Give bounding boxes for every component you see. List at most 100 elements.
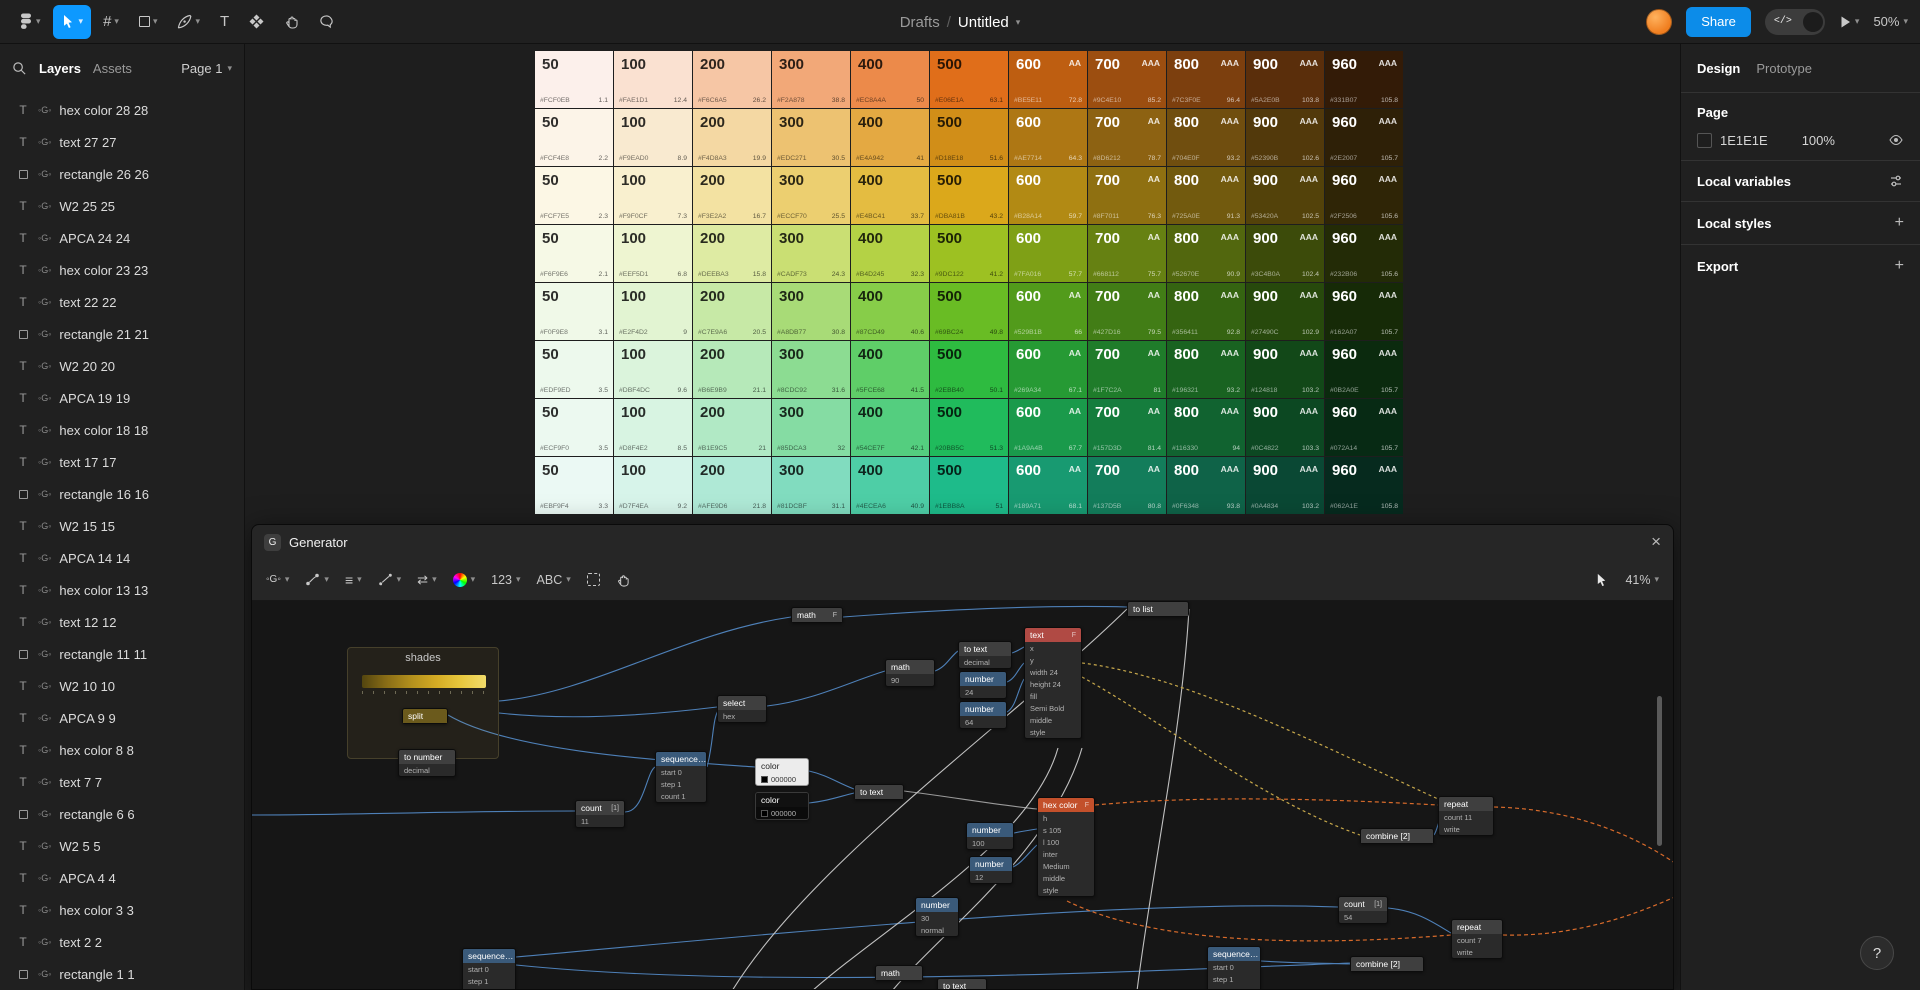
- palette-cell[interactable]: 400#4ECEA640.9: [851, 457, 929, 514]
- layer-row[interactable]: ◦G◦rectangle 16 16: [0, 478, 244, 510]
- palette-cell[interactable]: 500#20BB5C51.3: [930, 399, 1008, 456]
- palette-cell[interactable]: 700#427D1679.5AA: [1088, 283, 1166, 340]
- pointer-tool[interactable]: [1595, 573, 1609, 587]
- page-selector[interactable]: Page 1 ▾: [181, 61, 232, 76]
- avatar[interactable]: [1646, 9, 1672, 35]
- palette-cell[interactable]: 960#331B07105.8AAA: [1325, 51, 1403, 108]
- layer-row[interactable]: T◦G◦text 17 17: [0, 446, 244, 478]
- layer-row[interactable]: T◦G◦hex color 13 13: [0, 574, 244, 606]
- palette-cell[interactable]: 50#EDF9ED3.5: [535, 341, 613, 398]
- text-tool-button[interactable]: T: [212, 5, 237, 39]
- palette-cell[interactable]: 400#54CE7F42.1: [851, 399, 929, 456]
- palette-cell[interactable]: 960#062A1E105.8AAA: [1325, 457, 1403, 514]
- graph-node[interactable]: number30normal: [915, 897, 959, 937]
- layer-row[interactable]: T◦G◦hex color 23 23: [0, 254, 244, 286]
- swap-nodes-menu[interactable]: ⇄ ▾: [417, 572, 436, 588]
- palette-cell[interactable]: 700#157D3D81.4AA: [1088, 399, 1166, 456]
- palette-cell[interactable]: 900#124818103.2AAA: [1246, 341, 1324, 398]
- palette-cell[interactable]: 800#11633094AAA: [1167, 399, 1245, 456]
- layer-row[interactable]: T◦G◦W2 15 15: [0, 510, 244, 542]
- layer-row[interactable]: T◦G◦W2 10 10: [0, 670, 244, 702]
- tab-assets[interactable]: Assets: [93, 61, 132, 76]
- layer-row[interactable]: T◦G◦hex color 3 3: [0, 894, 244, 926]
- palette-cell[interactable]: 900#27490C102.9AAA: [1246, 283, 1324, 340]
- palette-cell[interactable]: 960#2E2007105.7AAA: [1325, 109, 1403, 166]
- main-menu-button[interactable]: ▾: [12, 5, 49, 39]
- palette-cell[interactable]: 100#DBF4DC9.6: [614, 341, 692, 398]
- dev-mode-toggle[interactable]: </>: [1765, 9, 1825, 35]
- chevron-down-icon[interactable]: ▾: [1016, 18, 1021, 27]
- pan-tool[interactable]: [616, 573, 630, 587]
- graph-node[interactable]: repeatcount 11write: [1438, 796, 1494, 836]
- palette-cell[interactable]: 300#ECCF7025.5: [772, 167, 850, 224]
- palette-cell[interactable]: 100#E2F4D29: [614, 283, 692, 340]
- palette-cell[interactable]: 200#AFE9D621.8: [693, 457, 771, 514]
- palette-cell[interactable]: 700#9C4E1085.2AAA: [1088, 51, 1166, 108]
- connector-menu[interactable]: ▾: [305, 572, 329, 587]
- graph-node[interactable]: hex colorFhs 105l 100interMediummiddlest…: [1037, 797, 1095, 897]
- close-icon[interactable]: ×: [1651, 532, 1661, 552]
- palette-cell[interactable]: 200#B1E9C521: [693, 399, 771, 456]
- layer-row[interactable]: ◦G◦rectangle 6 6: [0, 798, 244, 830]
- palette-cell[interactable]: 800#19632193.2AAA: [1167, 341, 1245, 398]
- local-variables-section[interactable]: Local variables: [1681, 160, 1920, 201]
- page-color-swatch[interactable]: [1697, 133, 1712, 148]
- tab-prototype[interactable]: Prototype: [1756, 61, 1812, 76]
- palette-cell[interactable]: 960#162A07105.7AAA: [1325, 283, 1403, 340]
- graph-node[interactable]: textFxywidth 24height 24fillSemi Boldmid…: [1024, 627, 1082, 739]
- tab-design[interactable]: Design: [1697, 61, 1740, 76]
- graph-node[interactable]: to numberdecimal: [398, 749, 456, 777]
- generator-header[interactable]: G Generator ×: [252, 525, 1673, 559]
- breadcrumb-drafts[interactable]: Drafts: [900, 14, 940, 31]
- palette-cell[interactable]: 600#7FA01657.7: [1009, 225, 1087, 282]
- layer-row[interactable]: ◦G◦rectangle 26 26: [0, 158, 244, 190]
- layer-row[interactable]: T◦G◦text 22 22: [0, 286, 244, 318]
- pen-tool-button[interactable]: ▾: [169, 5, 208, 39]
- palette-cell[interactable]: 300#EDC27130.5: [772, 109, 850, 166]
- palette-cell[interactable]: 300#85DCA332: [772, 399, 850, 456]
- tab-layers[interactable]: Layers: [39, 61, 81, 76]
- layer-row[interactable]: ◦G◦rectangle 11 11: [0, 638, 244, 670]
- palette-cell[interactable]: 700#66811275.7AA: [1088, 225, 1166, 282]
- palette-cell[interactable]: 400#B4D24532.3: [851, 225, 929, 282]
- list-nodes-menu[interactable]: ≡ ▾: [345, 572, 362, 588]
- filename[interactable]: Untitled: [958, 14, 1009, 31]
- layer-row[interactable]: ◦G◦rectangle 21 21: [0, 318, 244, 350]
- graph-node[interactable]: to textdecimal: [958, 641, 1012, 669]
- graph-node[interactable]: split: [402, 708, 448, 724]
- palette-cell[interactable]: 600#BE5E1172.8AA: [1009, 51, 1087, 108]
- palette-cell[interactable]: 800#35641192.8AAA: [1167, 283, 1245, 340]
- layer-row[interactable]: T◦G◦APCA 9 9: [0, 702, 244, 734]
- layer-row[interactable]: T◦G◦text 7 7: [0, 766, 244, 798]
- present-button[interactable]: ▾: [1839, 15, 1860, 29]
- palette-cell[interactable]: 400#5FCE6841.5: [851, 341, 929, 398]
- palette-cell[interactable]: 50#FCF7E52.3: [535, 167, 613, 224]
- palette-cell[interactable]: 900#5A2E0B103.8AAA: [1246, 51, 1324, 108]
- text-nodes-menu[interactable]: ABC ▾: [537, 573, 571, 587]
- palette-cell[interactable]: 700#1F7C2A81AA: [1088, 341, 1166, 398]
- graph-node[interactable]: number24: [959, 671, 1007, 699]
- palette-cell[interactable]: 600#189A7168.1AA: [1009, 457, 1087, 514]
- palette-cell[interactable]: 800#7C3F0E96.4AAA: [1167, 51, 1245, 108]
- palette-cell[interactable]: 600#B28A1459.7: [1009, 167, 1087, 224]
- palette-cell[interactable]: 500#9DC12241.2: [930, 225, 1008, 282]
- palette-cell[interactable]: 700#137D5B80.8AA: [1088, 457, 1166, 514]
- palette-cell[interactable]: 500#E06E1A63.1: [930, 51, 1008, 108]
- palette-cell[interactable]: 300#F2A87838.8: [772, 51, 850, 108]
- palette-cell[interactable]: 50#EBF9F43.3: [535, 457, 613, 514]
- graph-node[interactable]: to list: [1127, 601, 1189, 617]
- palette-cell[interactable]: 900#53420A102.5AAA: [1246, 167, 1324, 224]
- layer-row[interactable]: T◦G◦W2 20 20: [0, 350, 244, 382]
- add-style-icon[interactable]: +: [1895, 214, 1904, 232]
- layer-row[interactable]: T◦G◦APCA 24 24: [0, 222, 244, 254]
- palette-cell[interactable]: 200#B6E9B921.1: [693, 341, 771, 398]
- page-color-row[interactable]: 1E1E1E 100%: [1697, 132, 1904, 148]
- palette-cell[interactable]: 100#F9EAD08.9: [614, 109, 692, 166]
- palette-cell[interactable]: 960#2F2506105.6AAA: [1325, 167, 1403, 224]
- graph-node[interactable]: to text: [854, 784, 904, 800]
- palette-cell[interactable]: 500#D18E1851.6: [930, 109, 1008, 166]
- graph-node[interactable]: color000000: [755, 758, 809, 786]
- palette-cell[interactable]: 600#529B1B66AA: [1009, 283, 1087, 340]
- visibility-icon[interactable]: [1888, 132, 1904, 148]
- export-section[interactable]: Export +: [1681, 244, 1920, 287]
